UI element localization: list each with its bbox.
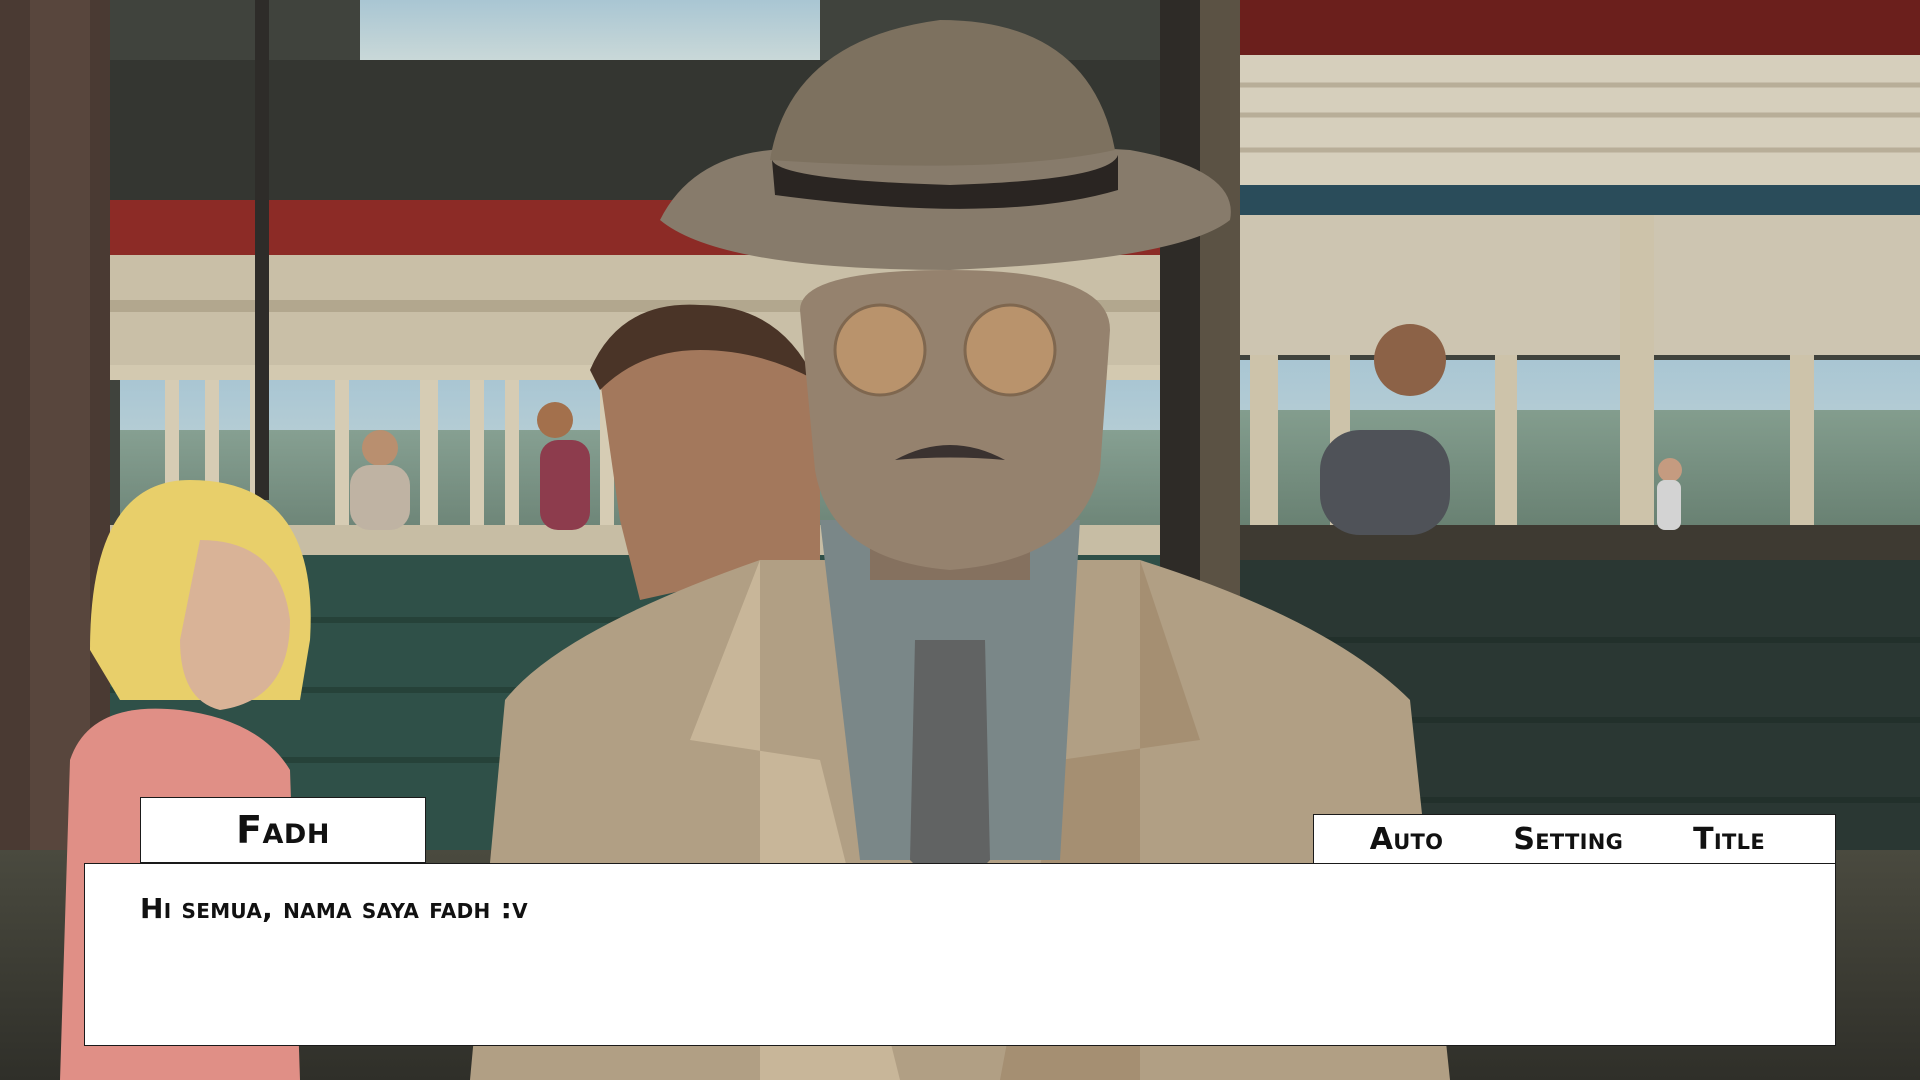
dialogue-text: Hi semua, nama saya fadh :v: [140, 892, 528, 925]
title-button[interactable]: Title: [1693, 822, 1765, 857]
dialogue-box[interactable]: Hi semua, nama saya fadh :v: [84, 863, 1836, 1046]
speaker-name: Fadh: [236, 808, 330, 852]
auto-button[interactable]: Auto: [1370, 822, 1444, 857]
setting-button[interactable]: Setting: [1513, 822, 1623, 857]
speaker-name-box: Fadh: [140, 797, 426, 863]
quick-menu: Auto Setting Title: [1313, 814, 1836, 863]
game-screen[interactable]: Fadh Auto Setting Title Hi semua, nama s…: [0, 0, 1920, 1080]
